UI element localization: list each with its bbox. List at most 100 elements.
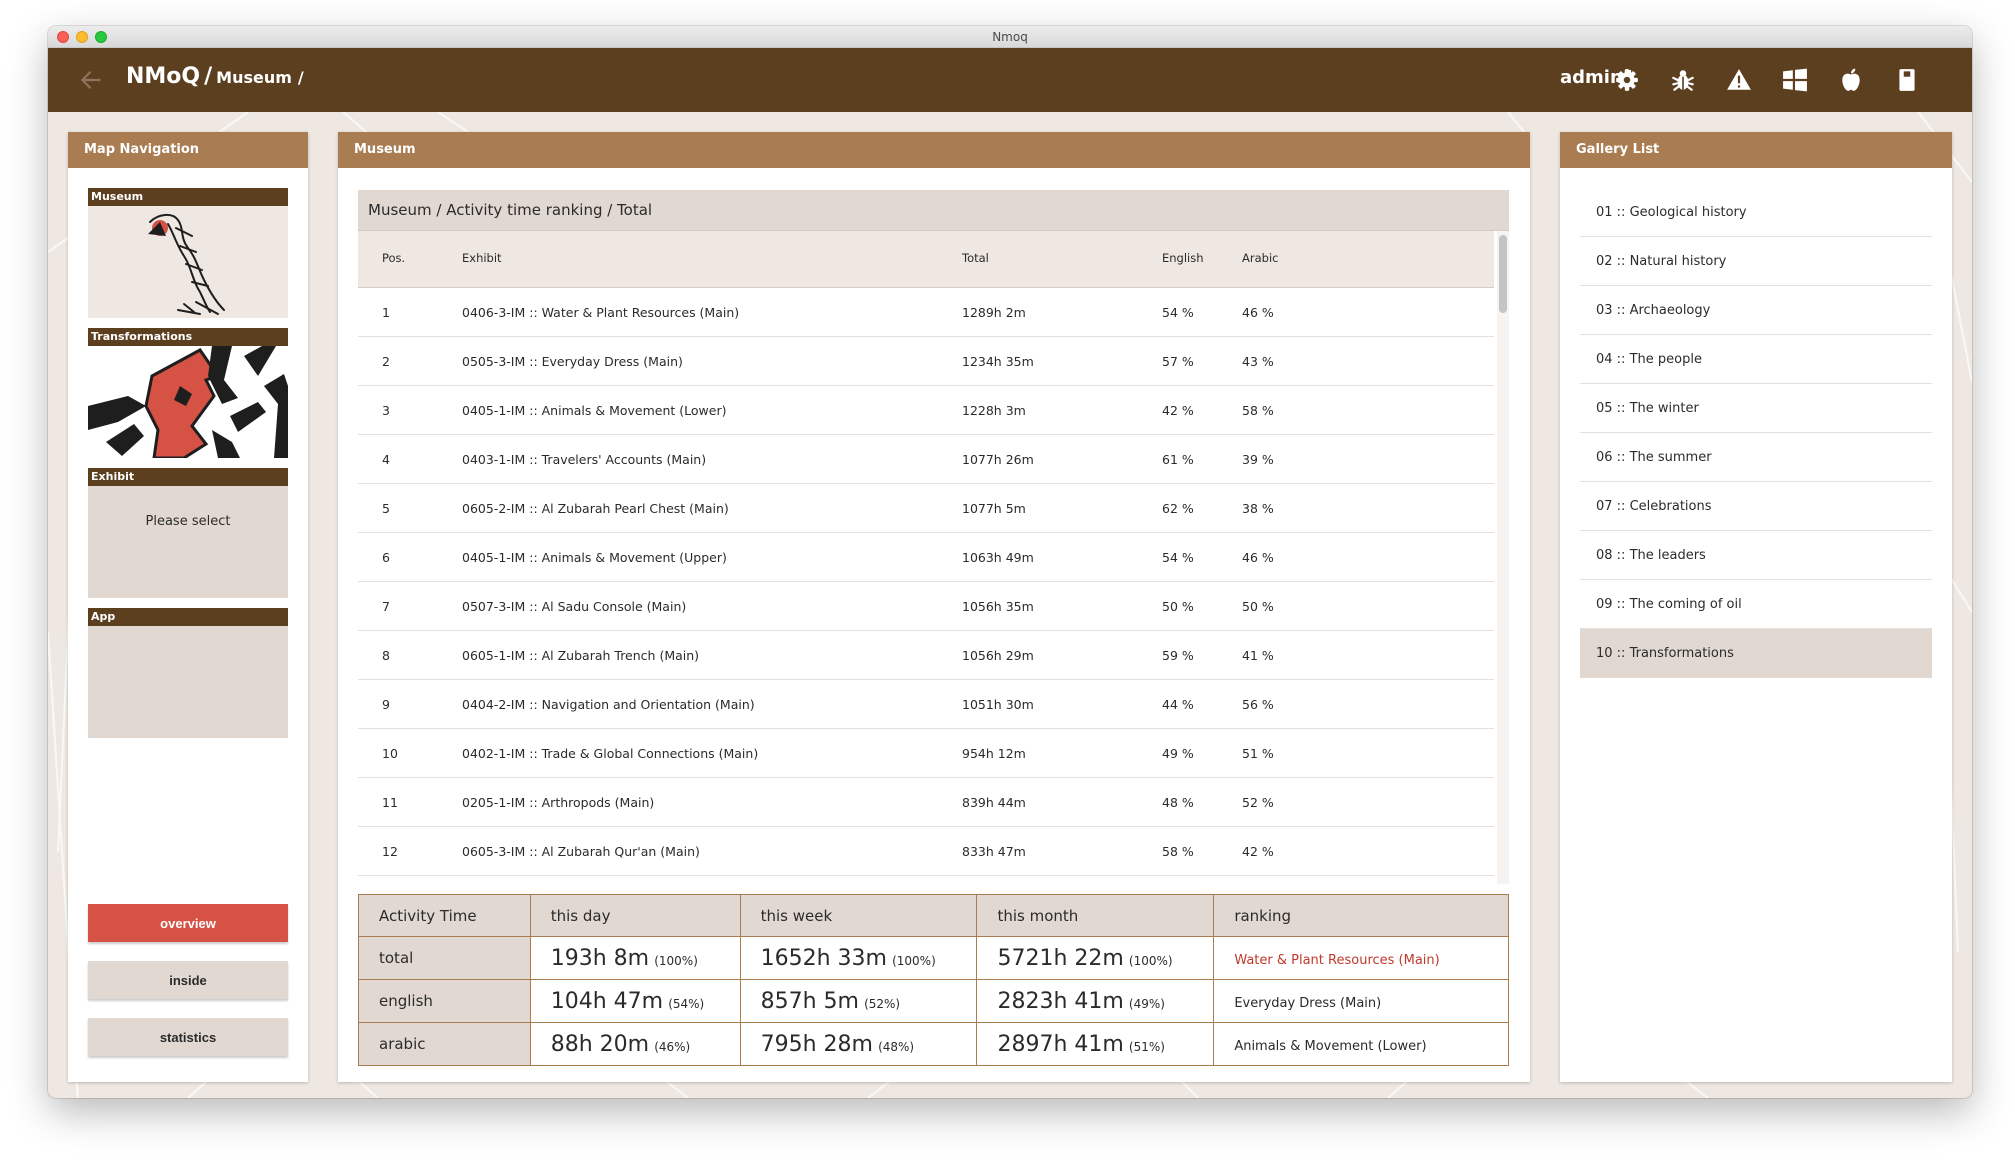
cell-pos: 7 (382, 599, 390, 614)
gallery-item[interactable]: 08 :: The leaders (1580, 531, 1932, 580)
cell-total: 1077h 26m (962, 452, 1034, 467)
summary-month-pct: (51%) (1128, 1039, 1165, 1054)
cell-pos: 2 (382, 354, 390, 369)
museum-panel: Museum Museum / Activity time ranking / … (338, 132, 1530, 1082)
activity-summary-table: Activity Time this day this week this mo… (358, 894, 1509, 1066)
summary-week-value: 1652h 33m (760, 945, 887, 971)
summary-week-value: 857h 5m (760, 988, 859, 1014)
ranking-table: Museum / Activity time ranking / Total P… (358, 190, 1509, 884)
cell-exhibit: 0205-1-IM :: Arthropods (Main) (462, 795, 655, 810)
cell-exhibit: 0507-3-IM :: Al Sadu Console (Main) (462, 599, 687, 614)
table-row[interactable]: 6 0405-1-IM :: Animals & Movement (Upper… (358, 533, 1494, 582)
table-row[interactable]: 7 0507-3-IM :: Al Sadu Console (Main) 10… (358, 582, 1494, 631)
map-card-museum[interactable]: Museum (88, 188, 288, 318)
summary-month-cell: 5721h 22m (100%) (976, 936, 1215, 980)
cell-arabic: 56 % (1242, 697, 1274, 712)
gallery-item[interactable]: 04 :: The people (1580, 335, 1932, 384)
cell-pos: 9 (382, 697, 390, 712)
table-row[interactable]: 9 0404-2-IM :: Navigation and Orientatio… (358, 680, 1494, 729)
summary-day-pct: (46%) (654, 1039, 691, 1054)
cell-pos: 11 (382, 795, 398, 810)
gallery-item[interactable]: 03 :: Archaeology (1580, 286, 1932, 335)
gallery-item-selected[interactable]: 10 :: Transformations (1580, 629, 1932, 678)
android-icon[interactable] (1894, 67, 1920, 93)
breadcrumb-root[interactable]: NMoQ (126, 64, 200, 89)
map-card-exhibit[interactable]: Exhibit Please select (88, 468, 288, 598)
map-card-app-label: App (88, 608, 288, 626)
col-header-pos[interactable]: Pos. (382, 251, 405, 265)
table-row[interactable]: 4 0403-1-IM :: Travelers' Accounts (Main… (358, 435, 1494, 484)
gallery-item[interactable]: 02 :: Natural history (1580, 237, 1932, 286)
summary-month-value: 2823h 41m (997, 988, 1124, 1014)
gallery-list: 01 :: Geological history 02 :: Natural h… (1580, 188, 1932, 678)
windows-icon[interactable] (1782, 67, 1808, 93)
col-header-english[interactable]: English (1162, 251, 1204, 265)
ranking-body: 1 0406-3-IM :: Water & Plant Resources (… (358, 288, 1494, 884)
summary-week-cell: 1652h 33m (100%) (739, 936, 978, 980)
statistics-button[interactable]: statistics (88, 1018, 288, 1056)
cell-english: 59 % (1162, 648, 1194, 663)
breadcrumb-section[interactable]: Museum (216, 68, 292, 87)
app-window: Nmoq NMoQ / Museum / admin1 Map Navigati… (48, 26, 1972, 1098)
col-header-total[interactable]: Total (962, 251, 989, 265)
summary-ranking-cell: Water & Plant Resources (Main) (1213, 936, 1509, 980)
summary-header-month: this month (976, 894, 1215, 937)
museum-map-thumbnail (88, 206, 288, 318)
summary-day-value: 193h 8m (550, 945, 650, 971)
summary-ranking-link[interactable]: Everyday Dress (Main) (1234, 996, 1381, 1011)
warning-icon[interactable] (1726, 67, 1752, 93)
col-header-arabic[interactable]: Arabic (1242, 251, 1278, 265)
cell-arabic: 58 % (1242, 403, 1274, 418)
cell-english: 54 % (1162, 550, 1194, 565)
cell-total: 1063h 49m (962, 550, 1034, 565)
cell-arabic: 50 % (1242, 599, 1274, 614)
apple-icon[interactable] (1838, 67, 1864, 93)
summary-ranking-cell: Animals & Movement (Lower) (1213, 1022, 1509, 1066)
summary-day-cell: 104h 47m (54%) (529, 979, 741, 1023)
map-card-museum-label: Museum (88, 188, 288, 206)
map-card-transformations[interactable]: Transformations (88, 328, 288, 458)
cell-total: 1056h 35m (962, 599, 1034, 614)
summary-month-cell: 2897h 41m (51%) (976, 1022, 1215, 1066)
bug-icon[interactable] (1670, 67, 1696, 93)
map-card-exhibit-label: Exhibit (88, 468, 288, 486)
summary-ranking-link[interactable]: Animals & Movement (Lower) (1234, 1039, 1426, 1054)
ranking-scrollbar-thumb[interactable] (1499, 235, 1507, 313)
arrow-left-icon[interactable] (78, 67, 104, 93)
table-row[interactable]: 8 0605-1-IM :: Al Zubarah Trench (Main) … (358, 631, 1494, 680)
overview-button[interactable]: overview (88, 904, 288, 942)
table-row[interactable]: 11 0205-1-IM :: Arthropods (Main) 839h 4… (358, 778, 1494, 827)
summary-day-pct: (54%) (668, 996, 705, 1011)
table-row[interactable]: 3 0405-1-IM :: Animals & Movement (Lower… (358, 386, 1494, 435)
cell-pos: 3 (382, 403, 390, 418)
table-row[interactable]: 1 0406-3-IM :: Water & Plant Resources (… (358, 288, 1494, 337)
map-card-app[interactable]: App (88, 608, 288, 738)
gallery-list-title: Gallery List (1560, 132, 1952, 168)
breadcrumb-trail: / (297, 68, 304, 87)
cell-arabic: 52 % (1242, 795, 1274, 810)
cell-pos: 10 (382, 746, 398, 761)
table-row[interactable]: 2 0505-3-IM :: Everyday Dress (Main) 123… (358, 337, 1494, 386)
inside-button[interactable]: inside (88, 961, 288, 999)
summary-ranking-cell: Everyday Dress (Main) (1213, 979, 1509, 1023)
summary-month-pct: (100%) (1128, 953, 1173, 968)
ranking-scrollbar[interactable] (1497, 231, 1509, 884)
gear-icon[interactable] (1614, 67, 1640, 93)
map-card-transformations-label: Transformations (88, 328, 288, 346)
summary-ranking-link[interactable]: Water & Plant Resources (Main) (1234, 953, 1439, 968)
summary-week-pct: (52%) (864, 996, 901, 1011)
summary-week-pct: (100%) (892, 953, 936, 968)
table-row[interactable]: 5 0605-2-IM :: Al Zubarah Pearl Chest (M… (358, 484, 1494, 533)
gallery-item[interactable]: 09 :: The coming of oil (1580, 580, 1932, 629)
cell-total: 1289h 2m (962, 305, 1026, 320)
gallery-item[interactable]: 05 :: The winter (1580, 384, 1932, 433)
summary-week-cell: 857h 5m (52%) (739, 979, 978, 1023)
table-row[interactable]: 10 0402-1-IM :: Trade & Global Connectio… (358, 729, 1494, 778)
col-header-exhibit[interactable]: Exhibit (462, 251, 502, 265)
table-row[interactable]: 12 0605-3-IM :: Al Zubarah Qur'an (Main)… (358, 827, 1494, 876)
gallery-item[interactable]: 01 :: Geological history (1580, 188, 1932, 237)
cell-pos: 6 (382, 550, 390, 565)
gallery-item[interactable]: 06 :: The summer (1580, 433, 1932, 482)
summary-header-day: this day (529, 894, 741, 937)
gallery-item[interactable]: 07 :: Celebrations (1580, 482, 1932, 531)
